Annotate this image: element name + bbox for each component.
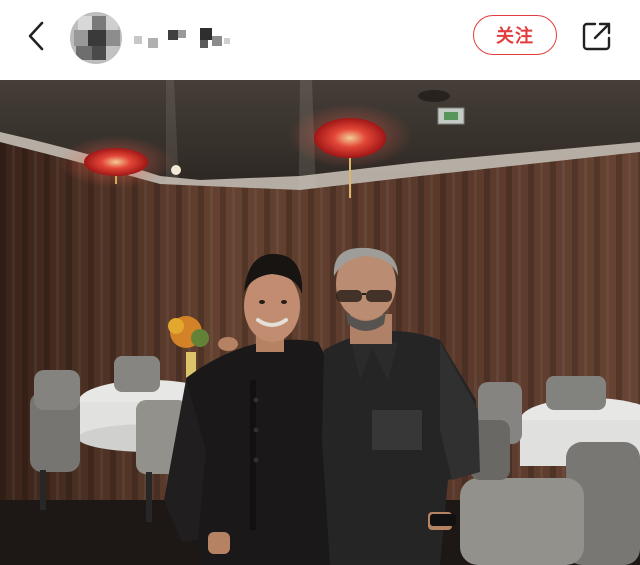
restaurant-photo	[0, 80, 640, 565]
share-button[interactable]	[578, 17, 616, 55]
avatar-pixelated-image	[70, 12, 122, 64]
chevron-left-icon	[28, 21, 44, 51]
post-photo[interactable]	[0, 80, 640, 565]
username-redacted[interactable]	[134, 24, 244, 54]
top-bar: 关注	[0, 0, 640, 78]
back-button[interactable]	[20, 18, 52, 54]
username-pixelated	[134, 28, 230, 48]
share-external-icon	[582, 22, 611, 51]
follow-button[interactable]: 关注	[473, 15, 557, 55]
avatar[interactable]	[70, 12, 122, 64]
